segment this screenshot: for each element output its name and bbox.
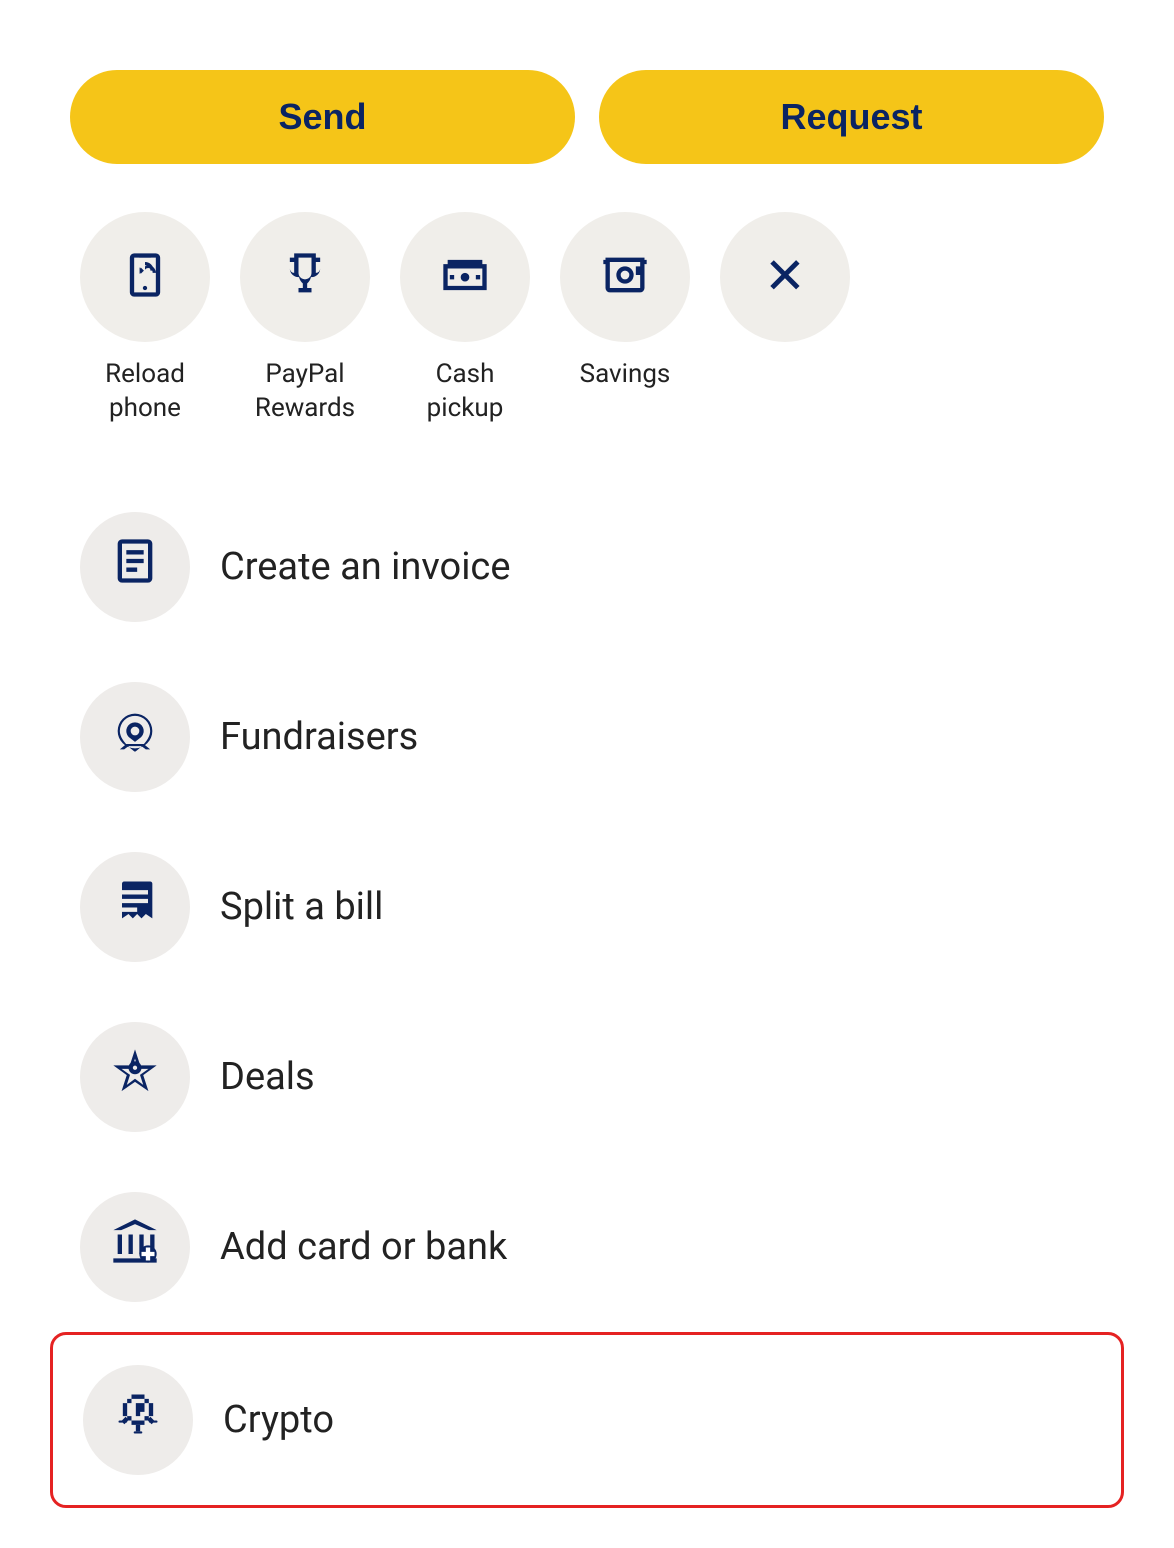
bill-icon — [109, 875, 161, 938]
menu-item-crypto[interactable]: Crypto — [50, 1332, 1124, 1508]
create-invoice-label: Create an invoice — [220, 545, 510, 589]
menu-item-fundraisers[interactable]: Fundraisers — [50, 652, 1124, 822]
menu-item-deals[interactable]: Deals — [50, 992, 1124, 1162]
quick-action-close[interactable]: ✕ — [710, 212, 860, 342]
add-card-bank-label: Add card or bank — [220, 1225, 507, 1269]
top-buttons-container: Send Request — [30, 40, 1144, 164]
cash-pickup-label: Cashpickup — [427, 358, 504, 426]
create-invoice-circle — [80, 512, 190, 622]
reload-phone-circle — [80, 212, 210, 342]
deals-circle — [80, 1022, 190, 1132]
savings-label: Savings — [580, 358, 671, 392]
menu-item-split-bill[interactable]: Split a bill — [50, 822, 1124, 992]
menu-item-create-invoice[interactable]: Create an invoice — [50, 482, 1124, 652]
quick-action-reload-phone[interactable]: Reloadphone — [70, 212, 220, 426]
bank-icon — [109, 1215, 161, 1278]
menu-item-add-card-bank[interactable]: Add card or bank — [50, 1162, 1124, 1332]
cash-pickup-icon — [439, 249, 491, 305]
fundraisers-label: Fundraisers — [220, 715, 418, 759]
savings-icon — [599, 249, 651, 305]
split-bill-label: Split a bill — [220, 885, 383, 929]
quick-action-cash-pickup[interactable]: Cashpickup — [390, 212, 540, 426]
quick-action-savings[interactable]: Savings — [550, 212, 700, 392]
crypto-circle — [83, 1365, 193, 1475]
fundraisers-circle — [80, 682, 190, 792]
fundraiser-icon — [109, 705, 161, 768]
split-bill-circle — [80, 852, 190, 962]
add-card-bank-circle — [80, 1192, 190, 1302]
reload-phone-icon — [119, 249, 171, 305]
crypto-label: Crypto — [223, 1398, 334, 1442]
paypal-rewards-circle — [240, 212, 370, 342]
savings-circle — [560, 212, 690, 342]
request-button[interactable]: Request — [599, 70, 1104, 164]
close-icon: ✕ — [764, 252, 806, 302]
deals-icon — [109, 1045, 161, 1108]
quick-actions-row: Reloadphone PayPalRewards Cashpickup — [30, 212, 1144, 426]
deals-label: Deals — [220, 1055, 315, 1099]
menu-list: Create an invoice Fundraisers Split a bi… — [30, 482, 1144, 1508]
invoice-icon — [109, 535, 161, 598]
send-button[interactable]: Send — [70, 70, 575, 164]
trophy-icon — [279, 249, 331, 305]
close-circle: ✕ — [720, 212, 850, 342]
reload-phone-label: Reloadphone — [105, 358, 185, 426]
paypal-rewards-label: PayPalRewards — [255, 358, 355, 426]
quick-action-paypal-rewards[interactable]: PayPalRewards — [230, 212, 380, 426]
crypto-icon — [112, 1388, 164, 1451]
cash-pickup-circle — [400, 212, 530, 342]
